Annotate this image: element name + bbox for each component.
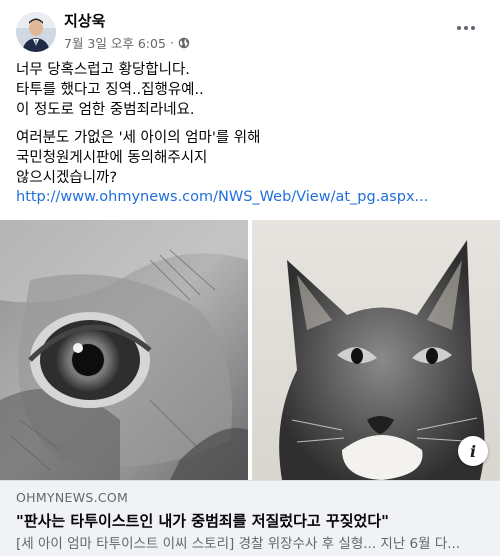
meta-separator: · (169, 35, 174, 50)
author-name[interactable]: 지상욱 (64, 10, 105, 31)
link-preview-images[interactable]: i (0, 220, 500, 480)
info-icon[interactable]: i (458, 436, 488, 466)
post-line: 이 정도로 엄한 중범죄라네요. (16, 102, 195, 118)
post-link[interactable]: http://www.ohmynews.com/NWS_Web/View/at_… (16, 189, 428, 205)
more-options-icon[interactable] (454, 18, 478, 38)
post-meta: 7월 3일 오후 6:05 · (64, 33, 190, 52)
owl-tattoo-image[interactable] (0, 220, 248, 480)
link-preview-card[interactable]: OHMYNEWS.COM "판사는 타투이스트인 내가 중범죄를 저질렀다고 꾸… (0, 480, 500, 556)
post-line: 타투를 했다고 징역..집행유예.. (16, 82, 204, 98)
link-description: [세 아이 엄마 타투이스트 이씨 스토리] 경찰 위장수사 후 실형... 지… (16, 536, 461, 552)
post-line: 국민청원게시판에 동의해주시지 (16, 150, 208, 166)
post-timestamp[interactable]: 7월 3일 오후 6:05 (64, 33, 166, 52)
post-line: 않으시겠습니까? (16, 170, 118, 186)
post-body: 너무 당혹스럽고 황당합니다. 타투를 했다고 징역..집행유예.. 이 정도로… (16, 60, 486, 196)
author-avatar[interactable] (16, 12, 56, 52)
post-line: 너무 당혹스럽고 황당합니다. (16, 62, 190, 78)
link-headline[interactable]: "판사는 타투이스트인 내가 중범죄를 저질렀다고 꾸짖었다" (16, 509, 484, 533)
globe-icon (178, 37, 190, 49)
post-header: 지상욱 7월 3일 오후 6:05 · (0, 0, 500, 56)
link-domain: OHMYNEWS.COM (16, 490, 129, 505)
post-line: 여러분도 가없은 '세 아이의 엄마'를 위해 (16, 130, 261, 146)
post-paragraph: 너무 당혹스럽고 황당합니다. 타투를 했다고 징역..집행유예.. 이 정도로… (16, 60, 486, 120)
post-paragraph: 여러분도 가없은 '세 아이의 엄마'를 위해 국민청원게시판에 동의해주시지 … (16, 128, 486, 188)
